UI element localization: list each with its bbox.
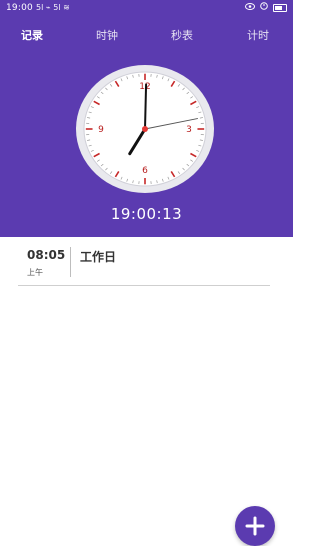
alarm-label: 工作日 <box>80 248 116 265</box>
minute-hand <box>145 85 146 129</box>
clock-center <box>142 126 148 132</box>
alarm-item[interactable]: 08:05 上午 工作日 <box>18 237 270 286</box>
add-alarm-button[interactable] <box>235 506 275 546</box>
plus-icon <box>235 506 275 546</box>
alarm-time: 08:05 <box>27 248 65 262</box>
numeral-9: 9 <box>98 125 104 135</box>
digital-time: 19:00:13 <box>0 205 293 223</box>
tab-bar: 记录 时钟 秒表 计时 <box>0 27 293 43</box>
numeral-6: 6 <box>142 166 148 176</box>
alarm-period: 上午 <box>27 267 43 278</box>
numeral-3: 3 <box>186 125 192 135</box>
tab-record[interactable]: 记录 <box>12 27 52 43</box>
analog-clock: 12 3 6 9 <box>75 63 215 195</box>
tab-timer[interactable]: 计时 <box>238 27 278 43</box>
tab-clock[interactable]: 时钟 <box>87 27 127 43</box>
status-icons <box>245 2 287 13</box>
tab-stopwatch[interactable]: 秒表 <box>162 27 202 43</box>
battery-icon <box>273 4 287 12</box>
eye-icon <box>245 3 255 13</box>
header-panel: 19:00 5l ⌁ 5l ≋ 记录 时钟 秒表 计时 12 3 6 9 <box>0 0 293 237</box>
status-bar: 19:00 5l ⌁ 5l ≋ <box>0 0 293 18</box>
signal-icons: 5l ⌁ 5l ≋ <box>36 3 70 12</box>
status-time: 19:00 <box>6 3 33 13</box>
alarm-icon <box>260 2 268 13</box>
alarm-divider <box>70 247 71 277</box>
